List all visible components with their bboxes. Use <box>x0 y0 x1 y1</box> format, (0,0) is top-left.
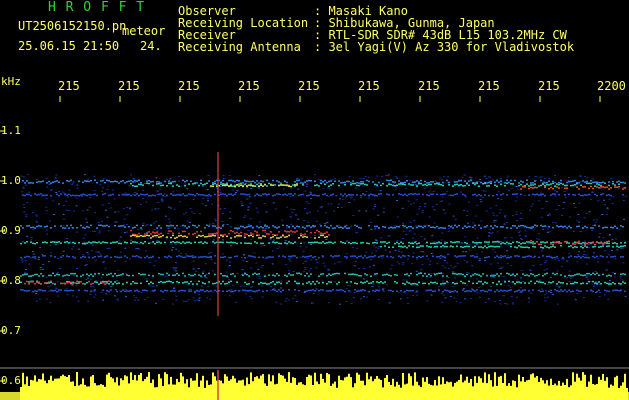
x-tick-label: 215 <box>118 79 140 93</box>
file-type: meteor <box>122 24 166 38</box>
file-name: UT2506152150.pn <box>18 19 127 33</box>
antenna-label: Receiving Antenna <box>178 40 301 54</box>
x-tick-label: 2200 <box>597 79 626 93</box>
date-time: 25.06.15 21:50 <box>18 39 120 53</box>
y-tick-label: 1.1 <box>1 124 21 137</box>
x-tick-label: 215 <box>298 79 320 93</box>
x-tick-label: 215 <box>538 79 560 93</box>
antenna-value: : 3el Yagi(V) Az 330 for Vladivostok <box>314 40 575 54</box>
x-tick-label: 215 <box>418 79 440 93</box>
y-tick-label: 1.0 <box>1 174 21 187</box>
x-tick-label: 215 <box>238 79 260 93</box>
app-title: H R O F F T <box>48 0 146 15</box>
x-tick-label: 215 <box>58 79 80 93</box>
x-tick-label: 215 <box>178 79 200 93</box>
header-panel: H R O F F T UT2506152150.pn meteor 25.06… <box>0 0 629 74</box>
y-tick-label: 0.7 <box>1 324 21 337</box>
y-tick-label: 0.6 <box>1 374 21 387</box>
waterfall-spectrogram <box>0 96 629 400</box>
x-tick-label: 215 <box>478 79 500 93</box>
x-tick-label: 215 <box>358 79 380 93</box>
y-tick-label: 0.8 <box>1 274 21 287</box>
date-suffix: 24. <box>140 39 162 53</box>
y-tick-label: 0.9 <box>1 224 21 237</box>
y-axis-unit: kHz <box>1 75 21 88</box>
